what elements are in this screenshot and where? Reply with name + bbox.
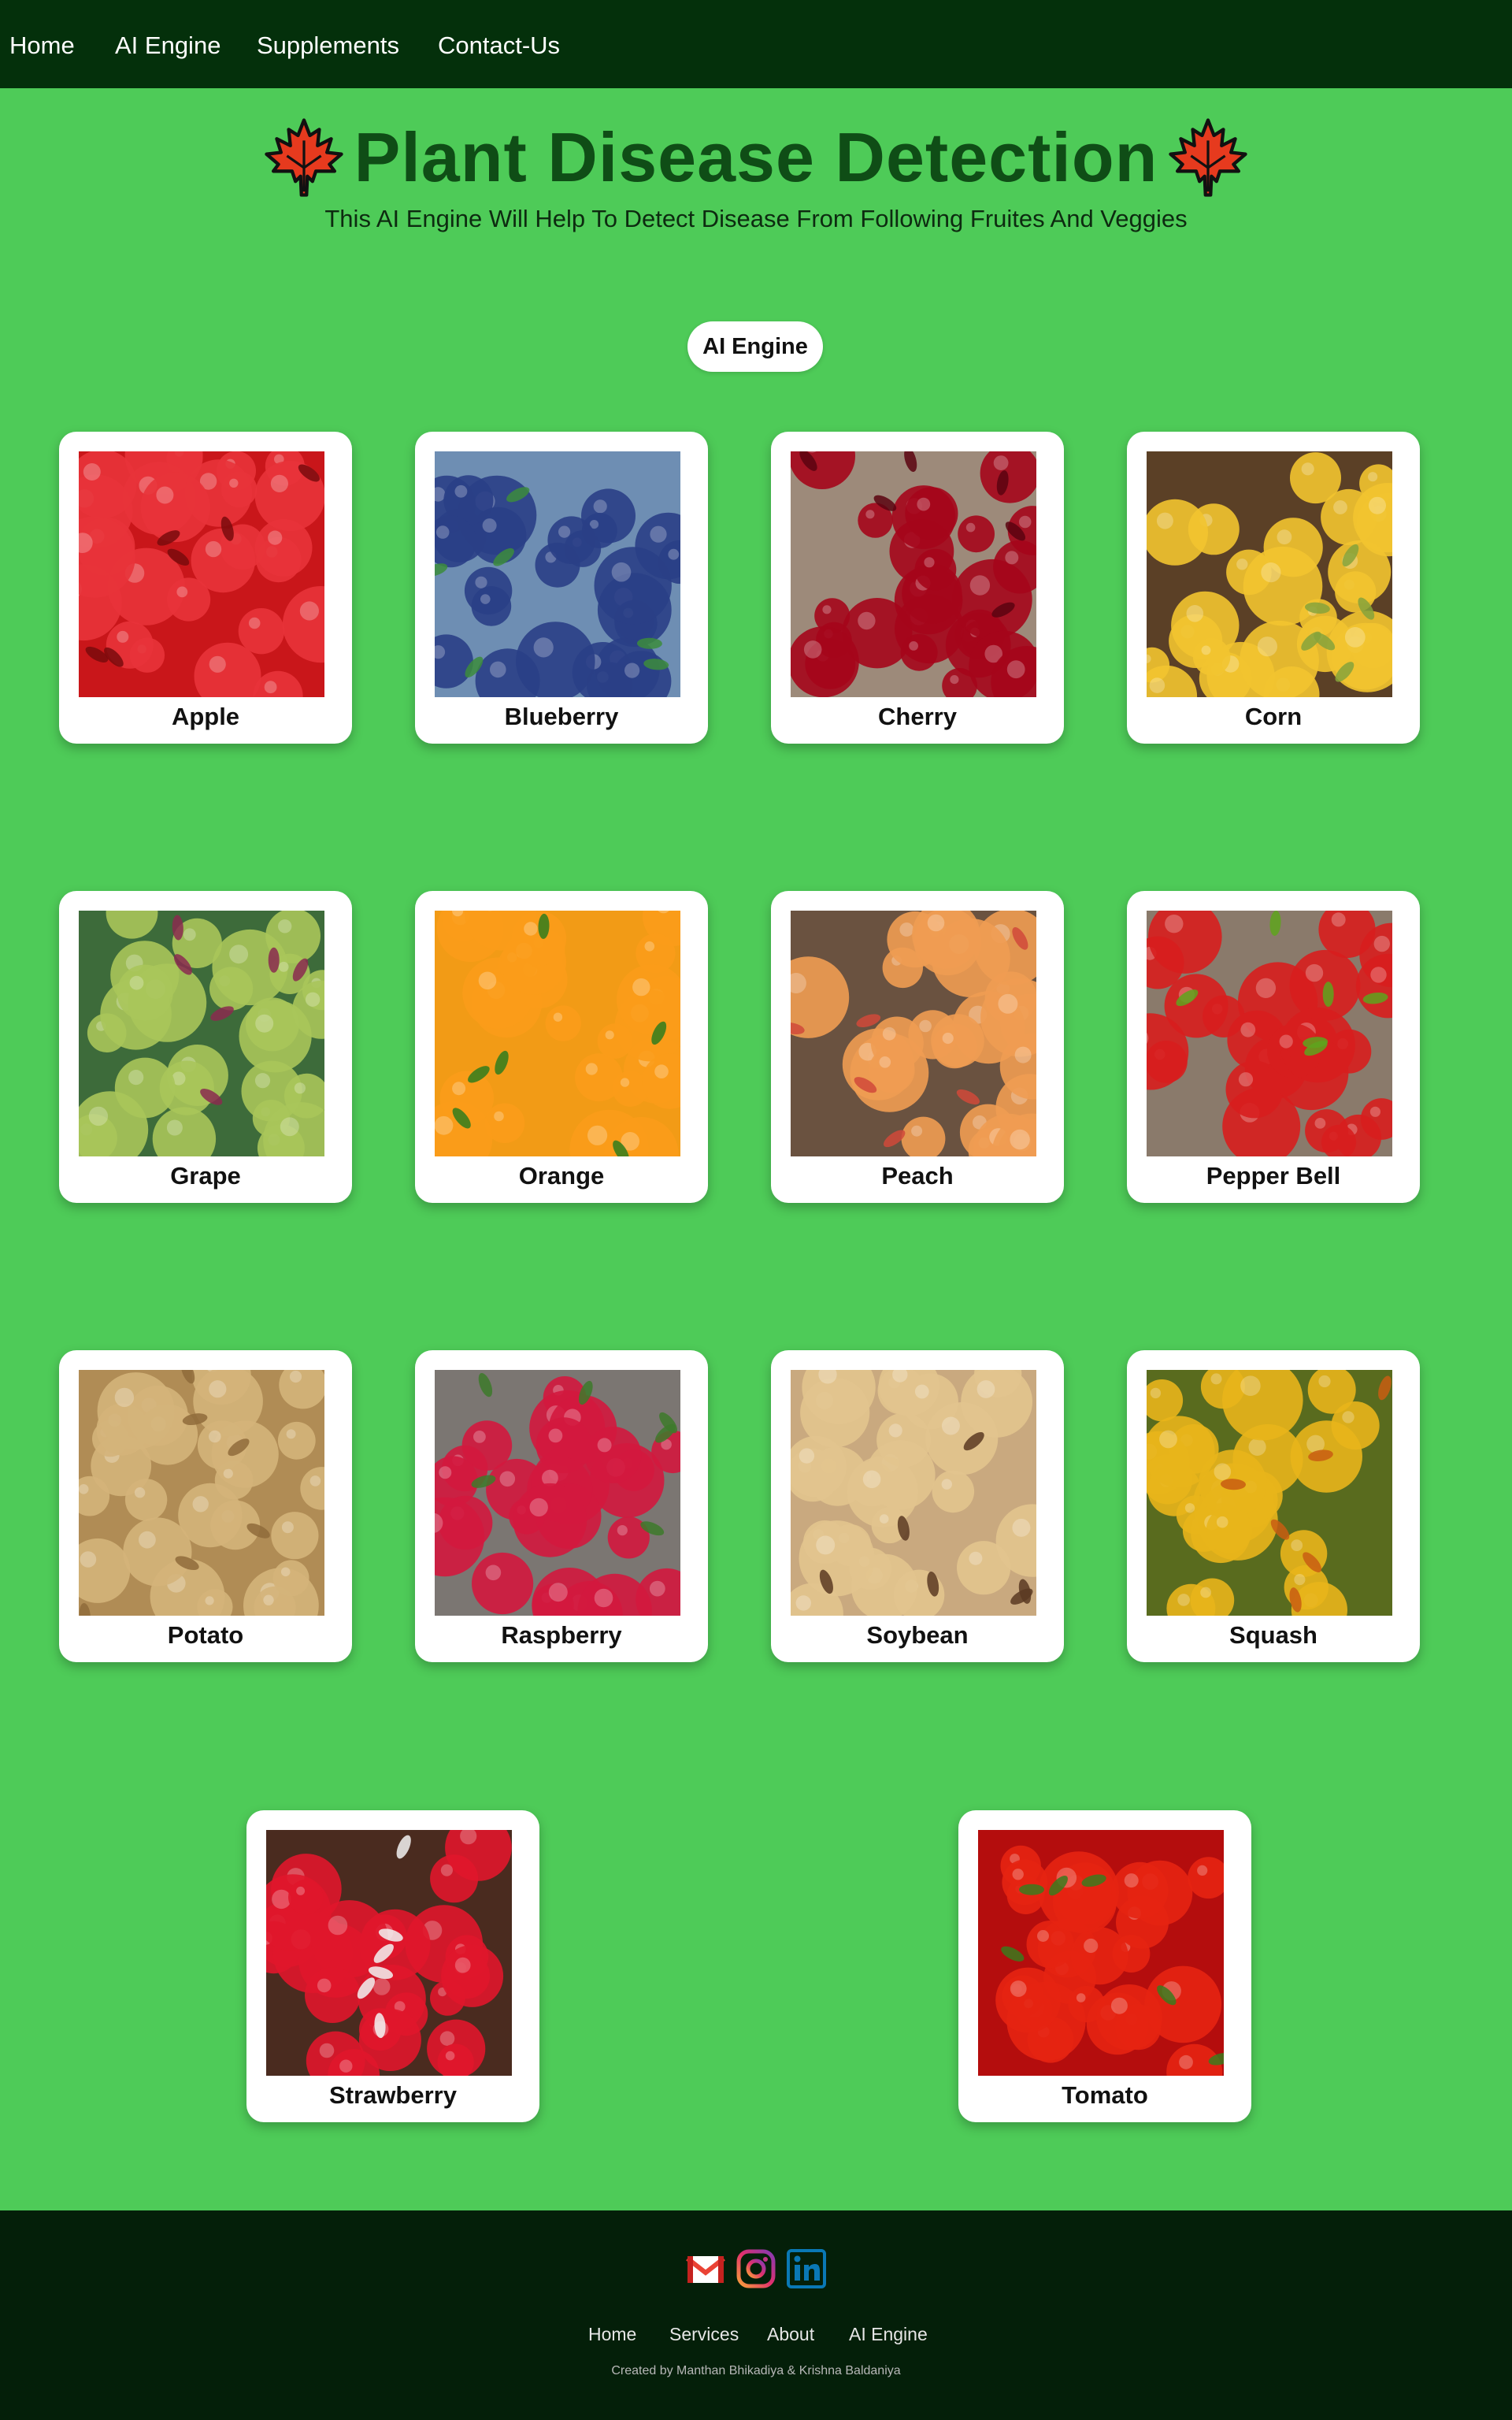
- crop-image-corn[interactable]: [1147, 451, 1392, 697]
- crop-label: Raspberry: [501, 1621, 622, 1649]
- crop-card-corn[interactable]: Corn: [1127, 432, 1420, 744]
- crop-image-orange[interactable]: [435, 911, 680, 1156]
- crop-card-orange[interactable]: Orange: [415, 891, 708, 1203]
- crop-card-strawberry[interactable]: Strawberry: [246, 1810, 539, 2122]
- crop-image-soybean[interactable]: [791, 1370, 1036, 1616]
- crop-image-strawberry[interactable]: [266, 1830, 512, 2076]
- crop-card-pepper-bell[interactable]: Pepper Bell: [1127, 891, 1420, 1203]
- social-links: [0, 2248, 1512, 2289]
- nav-contact-us[interactable]: Contact-Us: [438, 30, 560, 61]
- crop-image-squash[interactable]: [1147, 1370, 1392, 1616]
- gmail-icon[interactable]: [685, 2248, 726, 2289]
- crop-label: Cherry: [878, 703, 957, 730]
- page-subtitle: This AI Engine Will Help To Detect Disea…: [324, 205, 1188, 232]
- title-row: Plant Disease Detection: [0, 110, 1512, 205]
- crop-label: Blueberry: [504, 703, 619, 730]
- top-navbar: Home AI Engine Supplements Contact-Us: [0, 0, 1512, 88]
- crop-image-grape[interactable]: [79, 911, 324, 1156]
- footer-link-services[interactable]: Services: [669, 2318, 739, 2350]
- crop-label: Corn: [1244, 703, 1303, 730]
- crop-label: Apple: [171, 703, 240, 730]
- maple-leaf-icon: [1169, 118, 1248, 197]
- crop-image-raspberry[interactable]: [435, 1370, 680, 1616]
- maple-leaf-icon: [264, 118, 343, 197]
- page-title: Plant Disease Detection: [354, 118, 1158, 196]
- crop-card-apple[interactable]: Apple: [59, 432, 352, 744]
- footer-link-ai-engine[interactable]: AI Engine: [849, 2318, 928, 2350]
- crop-card-squash[interactable]: Squash: [1127, 1350, 1420, 1662]
- crop-card-blueberry[interactable]: Blueberry: [415, 432, 708, 744]
- crop-card-peach[interactable]: Peach: [771, 891, 1064, 1203]
- footer: [0, 2210, 1512, 2420]
- instagram-icon[interactable]: [736, 2248, 776, 2289]
- crop-card-cherry[interactable]: Cherry: [771, 432, 1064, 744]
- crop-image-potato[interactable]: [79, 1370, 324, 1616]
- crop-image-blueberry[interactable]: [435, 451, 680, 697]
- footer-link-about[interactable]: About: [767, 2318, 814, 2350]
- hero-section: Plant Disease Detection This AI Engine W…: [0, 110, 1512, 235]
- crop-image-peach[interactable]: [791, 911, 1036, 1156]
- crop-label: Orange: [518, 1162, 605, 1190]
- crop-label: Tomato: [1062, 2081, 1148, 2109]
- crop-label: Pepper Bell: [1206, 1162, 1341, 1190]
- crop-image-tomato[interactable]: [978, 1830, 1224, 2076]
- crop-card-raspberry[interactable]: Raspberry: [415, 1350, 708, 1662]
- linkedin-icon[interactable]: [786, 2248, 827, 2289]
- crop-label: Strawberry: [329, 2081, 457, 2109]
- crop-image-pepper-bell[interactable]: [1147, 911, 1392, 1156]
- crop-image-cherry[interactable]: [791, 451, 1036, 697]
- crop-label: Peach: [881, 1162, 954, 1190]
- footer-links: Home Services About AI Engine: [0, 2318, 1512, 2350]
- ai-engine-button[interactable]: AI Engine: [687, 321, 823, 372]
- crop-label: Soybean: [866, 1621, 969, 1649]
- crop-label: Squash: [1229, 1621, 1317, 1649]
- crop-label: Grape: [170, 1162, 241, 1190]
- crop-image-apple[interactable]: [79, 451, 324, 697]
- crop-label: Potato: [167, 1621, 244, 1649]
- footer-link-home[interactable]: Home: [588, 2318, 636, 2350]
- nav-supplements[interactable]: Supplements: [257, 30, 399, 61]
- nav-home[interactable]: Home: [9, 30, 75, 61]
- crop-card-potato[interactable]: Potato: [59, 1350, 352, 1662]
- crop-card-grape[interactable]: Grape: [59, 891, 352, 1203]
- crop-card-tomato[interactable]: Tomato: [958, 1810, 1251, 2122]
- nav-ai-engine[interactable]: AI Engine: [115, 30, 220, 61]
- footer-credit: Created by Manthan Bhikadiya & Krishna B…: [611, 2364, 901, 2377]
- crop-card-soybean[interactable]: Soybean: [771, 1350, 1064, 1662]
